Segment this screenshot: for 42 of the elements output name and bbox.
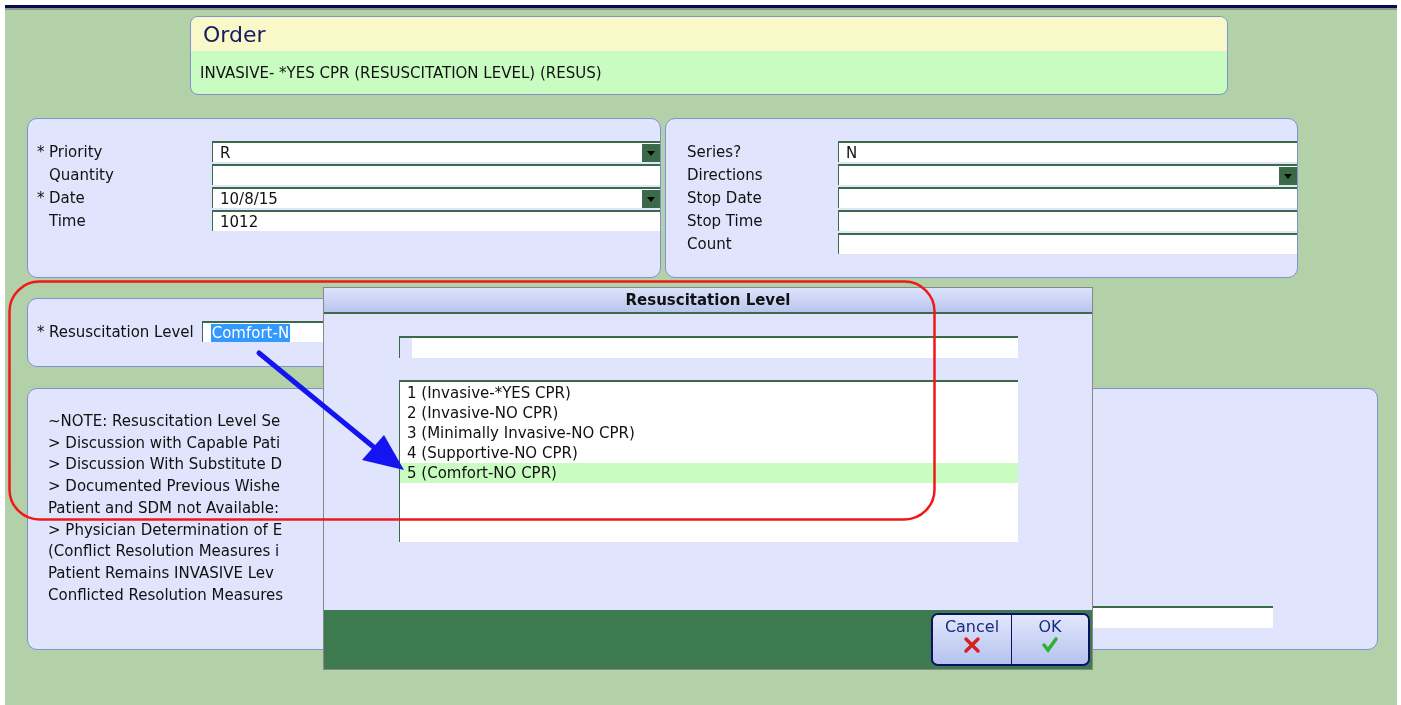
- input-field[interactable]: 1012: [212, 210, 660, 231]
- note-line: Patient Remains INVASIVE Lev: [48, 562, 274, 584]
- check-icon: [1041, 636, 1059, 654]
- dialog-title: Resuscitation Level: [324, 288, 1092, 314]
- dropdown-field[interactable]: 10/8/15: [212, 187, 660, 208]
- field-label: * Date: [37, 187, 86, 208]
- order-description: INVASIVE- *YES CPR (RESUSCITATION LEVEL) (RESUS): [199, 62, 603, 84]
- field-label: Stop Date: [686, 187, 763, 208]
- note-line: > Documented Previous Wishe: [48, 476, 280, 498]
- note-line: > Discussion With Substitute D: [48, 454, 282, 476]
- field-label: Directions: [686, 164, 764, 185]
- list-option[interactable]: 2 (Invasive-NO CPR): [400, 403, 1018, 423]
- note-line: ~NOTE: Resuscitation Level Se: [48, 411, 281, 432]
- input-field[interactable]: [838, 233, 1297, 254]
- close-icon: [963, 636, 981, 654]
- input-field[interactable]: [838, 187, 1297, 208]
- dropdown-field[interactable]: [838, 164, 1297, 185]
- order-title: Order: [191, 17, 1227, 51]
- selected-text: Comfort-N: [210, 323, 291, 342]
- note-line: Patient and SDM not Available:: [48, 497, 280, 519]
- note-line: (Conflict Resolution Measures i: [48, 541, 280, 563]
- input-field[interactable]: [838, 210, 1297, 231]
- field-label: Stop Time: [686, 210, 764, 231]
- input-field[interactable]: N: [838, 141, 1297, 162]
- field-label: Series?: [686, 141, 743, 162]
- note-line: > Discussion with Capable Pati: [48, 432, 281, 454]
- list-option[interactable]: 1 (Invasive-*YES CPR): [400, 383, 1018, 403]
- dropdown-field[interactable]: R: [212, 141, 660, 162]
- field-label: * Priority: [37, 141, 104, 162]
- field-label: Count: [686, 233, 733, 254]
- field-label: Quantity: [48, 164, 115, 185]
- note-line: Conflicted Resolution Measures: [48, 584, 284, 606]
- input-field[interactable]: [212, 164, 660, 185]
- cancel-button[interactable]: Cancel: [933, 615, 1011, 664]
- note-line: > Physician Determination of E: [48, 519, 283, 541]
- list-option[interactable]: 4 (Supportive-NO CPR): [400, 443, 1018, 463]
- search-field[interactable]: [399, 336, 1018, 358]
- list-option[interactable]: 5 (Comfort-NO CPR): [400, 463, 1018, 483]
- ok-button[interactable]: OK: [1011, 615, 1088, 664]
- field-label: * Resuscitation Level: [37, 321, 194, 342]
- field-label: Time: [48, 210, 87, 231]
- list-option[interactable]: 3 (Minimally Invasive-NO CPR): [400, 423, 1018, 443]
